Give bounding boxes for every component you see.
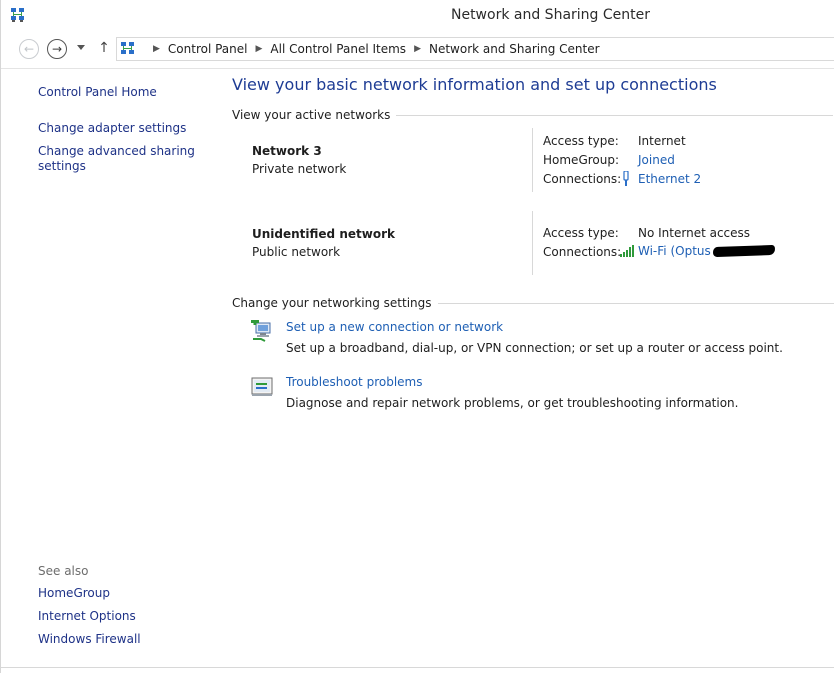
page-title: View your basic network information and … (232, 75, 717, 94)
connections-label: Connections: (543, 172, 622, 186)
control-panel-home-link[interactable]: Control Panel Home (38, 85, 157, 100)
control-panel-icon (121, 42, 134, 54)
ethernet-connection[interactable]: Ethernet 2 (621, 171, 701, 186)
address-bar-row: ← → ↑ ▶ Control Panel ▶ All Control Pane… (1, 31, 834, 69)
section-divider (396, 114, 834, 116)
link-text-line-1: Change advanced sharing (38, 144, 195, 158)
network-divider (532, 128, 533, 192)
access-type-value: Internet (638, 134, 686, 148)
ethernet-icon (623, 171, 629, 186)
new-connection-icon[interactable] (251, 320, 275, 342)
homegroup-label: HomeGroup: (543, 153, 620, 167)
network-category: Private network (252, 162, 347, 176)
section-divider (437, 302, 834, 304)
windows-firewall-link[interactable]: Windows Firewall (38, 632, 141, 647)
networking-settings-heading: Change your networking settings (232, 296, 834, 310)
left-navigation-pane: Control Panel Home Change adapter settin… (1, 70, 221, 673)
window-title: Network and Sharing Center (450, 7, 650, 23)
change-advanced-sharing-link[interactable]: Change advanced sharing settings (38, 144, 195, 174)
active-networks-heading: View your active networks (232, 108, 834, 122)
breadcrumb-network-center[interactable]: Network and Sharing Center (429, 42, 600, 56)
up-arrow-icon: ↑ (98, 40, 110, 56)
internet-options-link[interactable]: Internet Options (38, 609, 136, 624)
homegroup-link[interactable]: HomeGroup (38, 586, 110, 601)
recent-locations-dropdown[interactable] (77, 45, 85, 50)
network-name: Network 3 (252, 144, 322, 158)
connections-label: Connections: (543, 245, 622, 259)
change-adapter-settings-link[interactable]: Change adapter settings (38, 121, 186, 136)
back-arrow-icon: ← (23, 42, 35, 56)
setup-new-connection-description: Set up a broadband, dial-up, or VPN conn… (286, 341, 783, 355)
forward-button[interactable]: → (47, 39, 67, 59)
homegroup-joined-link[interactable]: Joined (638, 153, 675, 167)
window-bottom-border (1, 667, 834, 668)
forward-arrow-icon: → (51, 42, 63, 56)
network-divider (532, 211, 533, 275)
title-bar: Network and Sharing Center (1, 0, 834, 31)
breadcrumb-separator[interactable]: ▶ (153, 44, 160, 54)
network-category: Public network (252, 245, 341, 259)
wifi-signal-icon (620, 245, 634, 257)
breadcrumb-all-items[interactable]: All Control Panel Items (270, 42, 406, 56)
troubleshoot-problems-link[interactable]: Troubleshoot problems (286, 375, 422, 389)
redaction-mark (712, 244, 775, 258)
network-sharing-center-window: Network and Sharing Center ← → ↑ ▶ Contr… (0, 0, 834, 673)
wifi-connection[interactable]: Wi-Fi (Optus (620, 244, 775, 258)
network-name: Unidentified network (252, 227, 395, 241)
see-also-label: See also (38, 564, 89, 578)
back-button[interactable]: ← (19, 39, 39, 59)
section-label: Change your networking settings (232, 296, 432, 310)
breadcrumb-separator[interactable]: ▶ (414, 44, 421, 54)
address-field[interactable]: ▶ Control Panel ▶ All Control Panel Item… (116, 37, 834, 61)
troubleshoot-icon[interactable] (251, 376, 275, 398)
access-type-label: Access type: (543, 134, 619, 148)
up-button[interactable]: ↑ (98, 40, 110, 58)
breadcrumb-separator[interactable]: ▶ (256, 44, 263, 54)
troubleshoot-problems-description: Diagnose and repair network problems, or… (286, 396, 739, 410)
section-label: View your active networks (232, 108, 391, 122)
link-text-line-2: settings (38, 159, 86, 173)
access-type-value: No Internet access (638, 226, 751, 240)
access-type-label: Access type: (543, 226, 619, 240)
wifi-connection-link[interactable]: Wi-Fi (Optus (638, 244, 711, 258)
ethernet-connection-link[interactable]: Ethernet 2 (638, 172, 701, 186)
setup-new-connection-link[interactable]: Set up a new connection or network (286, 320, 503, 334)
breadcrumb-control-panel[interactable]: Control Panel (168, 42, 248, 56)
